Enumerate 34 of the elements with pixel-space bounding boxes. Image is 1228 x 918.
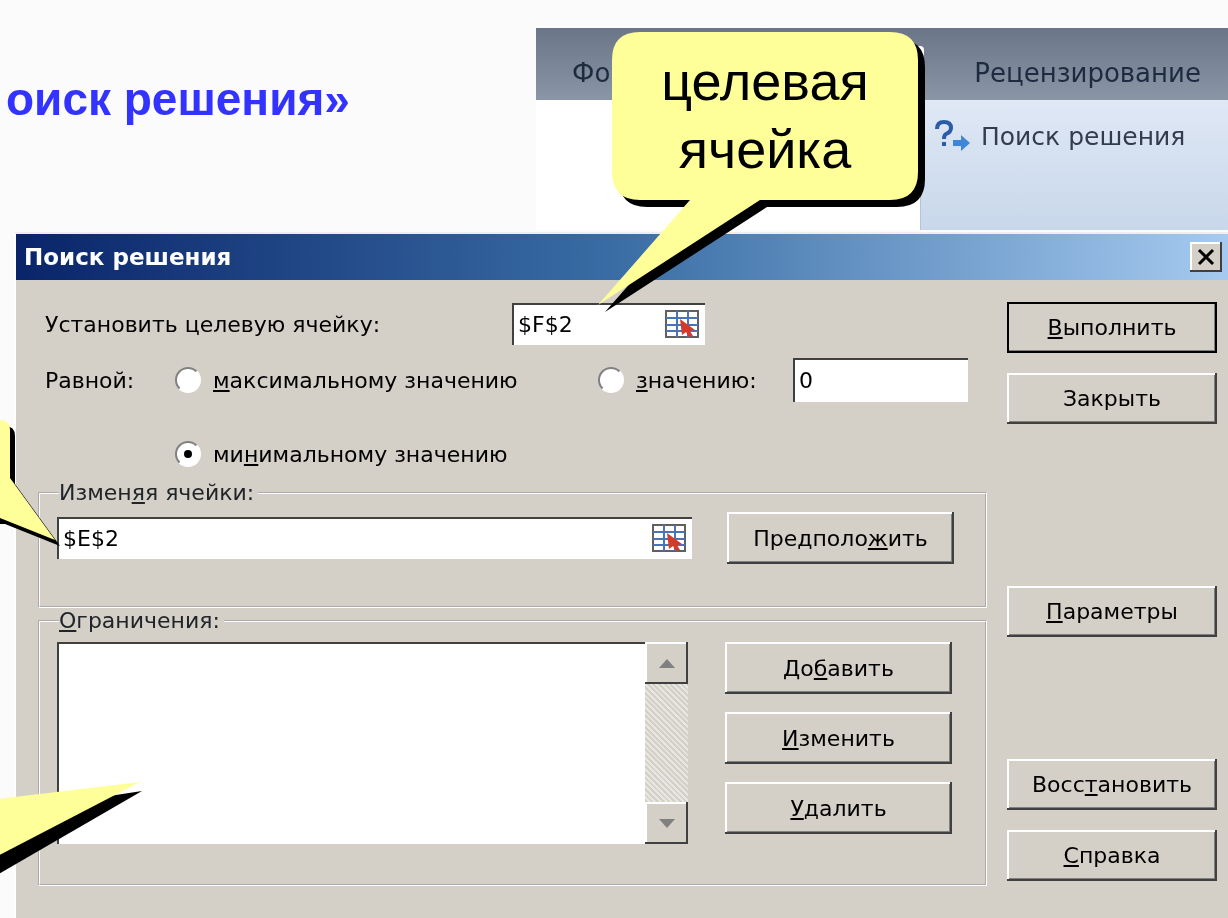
radio-button[interactable] [175,367,201,393]
value-field[interactable]: 0 [793,358,968,402]
scroll-up-icon [658,658,675,668]
field-label: Установить целевую ячейку: [44,310,382,339]
group-label: Изменяя ячейки: [59,480,256,507]
dialog-button[interactable]: Параметры [1007,586,1217,637]
dialog-button[interactable]: Изменить [725,712,952,765]
option-label: минимальному значению [213,440,508,469]
range-select-icon [652,524,686,553]
radio-button[interactable] [598,367,624,393]
dialog-button[interactable]: Добавить [725,642,952,695]
dialog-button[interactable]: Выполнить [1007,302,1217,353]
guess-button[interactable]: Предположить [727,512,954,565]
scroll-down-icon [658,818,675,828]
dialog-button[interactable]: Закрыть [1007,373,1217,424]
dialog-title: Поиск решения [24,242,232,272]
target-cell-field[interactable]: $F$2 [512,303,705,345]
group-label: Ограничения: [59,608,221,635]
ribbon-tab[interactable]: Рецензирование [974,28,1201,100]
ribbon-tab[interactable]: Фо [572,28,611,100]
radio-button[interactable] [175,441,201,467]
range-select-icon [665,310,699,338]
field-label: Равной: [44,366,136,395]
close-button[interactable] [1190,242,1222,272]
constraints-list[interactable] [57,642,688,845]
scrollbar[interactable] [645,642,688,845]
dialog-button[interactable]: Восстановить [1007,759,1217,810]
option-label: максимальному значению [213,366,518,395]
option-label: значению: [636,366,757,395]
changing-cells-field[interactable]: $E$2 [57,517,692,560]
close-icon [1197,248,1215,266]
dialog-button[interactable]: Справка [1007,830,1217,881]
dialog-button[interactable]: Удалить [725,782,952,835]
slide-title: оиск решения» [6,73,350,125]
